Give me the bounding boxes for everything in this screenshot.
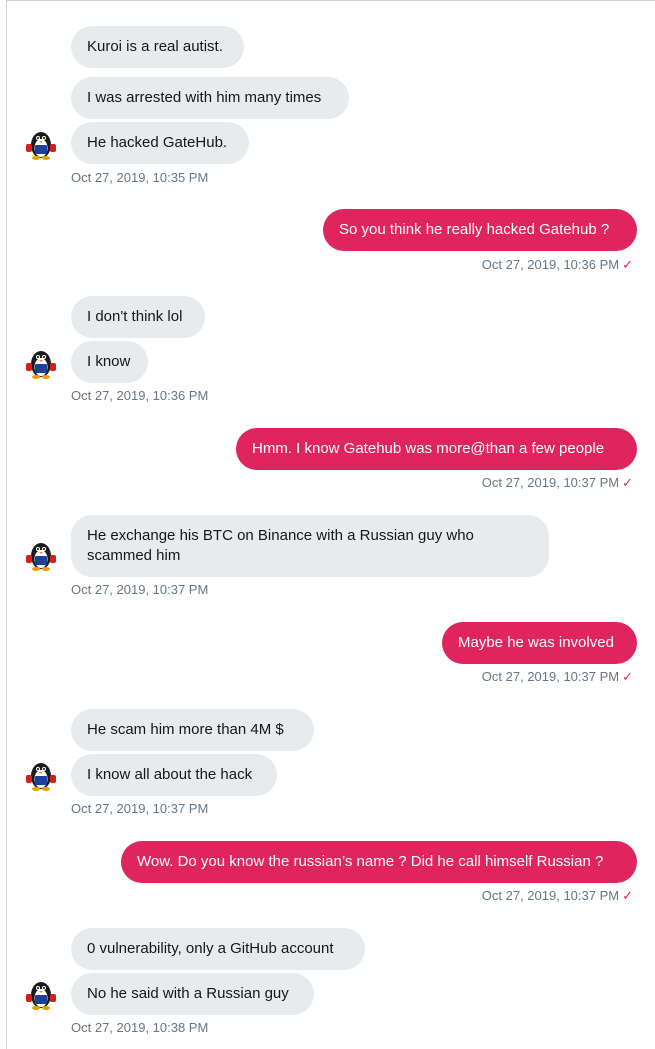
sent-message-bubble[interactable]: Wow. Do you know the russian’s name ? Di… bbox=[121, 841, 637, 883]
read-check-icon: ✓ bbox=[622, 888, 633, 903]
message-timestamp: Oct 27, 2019, 10:37 PM bbox=[71, 801, 209, 816]
penguin-avatar-icon[interactable] bbox=[22, 536, 60, 574]
penguin-avatar-icon[interactable] bbox=[22, 125, 60, 163]
read-check-icon: ✓ bbox=[622, 475, 633, 490]
sent-timestamp: Oct 27, 2019, 10:37 PM ✓ bbox=[481, 669, 633, 684]
sent-message-bubble[interactable]: Maybe he was involved bbox=[442, 622, 637, 664]
message-timestamp: Oct 27, 2019, 10:36 PM bbox=[71, 388, 209, 403]
message-bubble[interactable]: I know bbox=[71, 341, 148, 383]
penguin-avatar-icon[interactable] bbox=[22, 975, 60, 1013]
read-check-icon: ✓ bbox=[622, 669, 633, 684]
message-bubble[interactable]: I don't think lol bbox=[71, 296, 205, 338]
read-check-icon: ✓ bbox=[622, 257, 633, 272]
penguin-avatar-icon[interactable] bbox=[22, 756, 60, 794]
sent-timestamp: Oct 27, 2019, 10:36 PM ✓ bbox=[481, 257, 633, 272]
message-bubble[interactable]: I know all about the hack bbox=[71, 754, 277, 796]
message-timestamp: Oct 27, 2019, 10:38 PM bbox=[71, 1020, 209, 1035]
penguin-avatar-icon[interactable] bbox=[22, 344, 60, 382]
sent-message-bubble[interactable]: So you think he really hacked Gatehub ? bbox=[323, 209, 637, 251]
message-bubble[interactable]: No he said with a Russian guy bbox=[71, 973, 314, 1015]
message-bubble[interactable]: He exchange his BTC on Binance with a Ru… bbox=[71, 515, 549, 577]
sent-message-bubble[interactable]: Hmm. I know Gatehub was more@than a few … bbox=[236, 428, 637, 470]
sent-timestamp: Oct 27, 2019, 10:37 PM ✓ bbox=[481, 475, 633, 490]
message-bubble[interactable]: He hacked GateHub. bbox=[71, 122, 249, 164]
message-bubble[interactable]: I was arrested with him many times bbox=[71, 77, 349, 119]
message-timestamp: Oct 27, 2019, 10:35 PM bbox=[71, 170, 209, 185]
message-bubble[interactable]: He scam him more than 4M $ bbox=[71, 709, 314, 751]
message-bubble[interactable]: Kuroi is a real autist. bbox=[71, 26, 244, 68]
message-bubble[interactable]: 0 vulnerability, only a GitHub account bbox=[71, 928, 365, 970]
sent-timestamp: Oct 27, 2019, 10:37 PM ✓ bbox=[481, 888, 633, 903]
message-timestamp: Oct 27, 2019, 10:37 PM bbox=[71, 582, 209, 597]
